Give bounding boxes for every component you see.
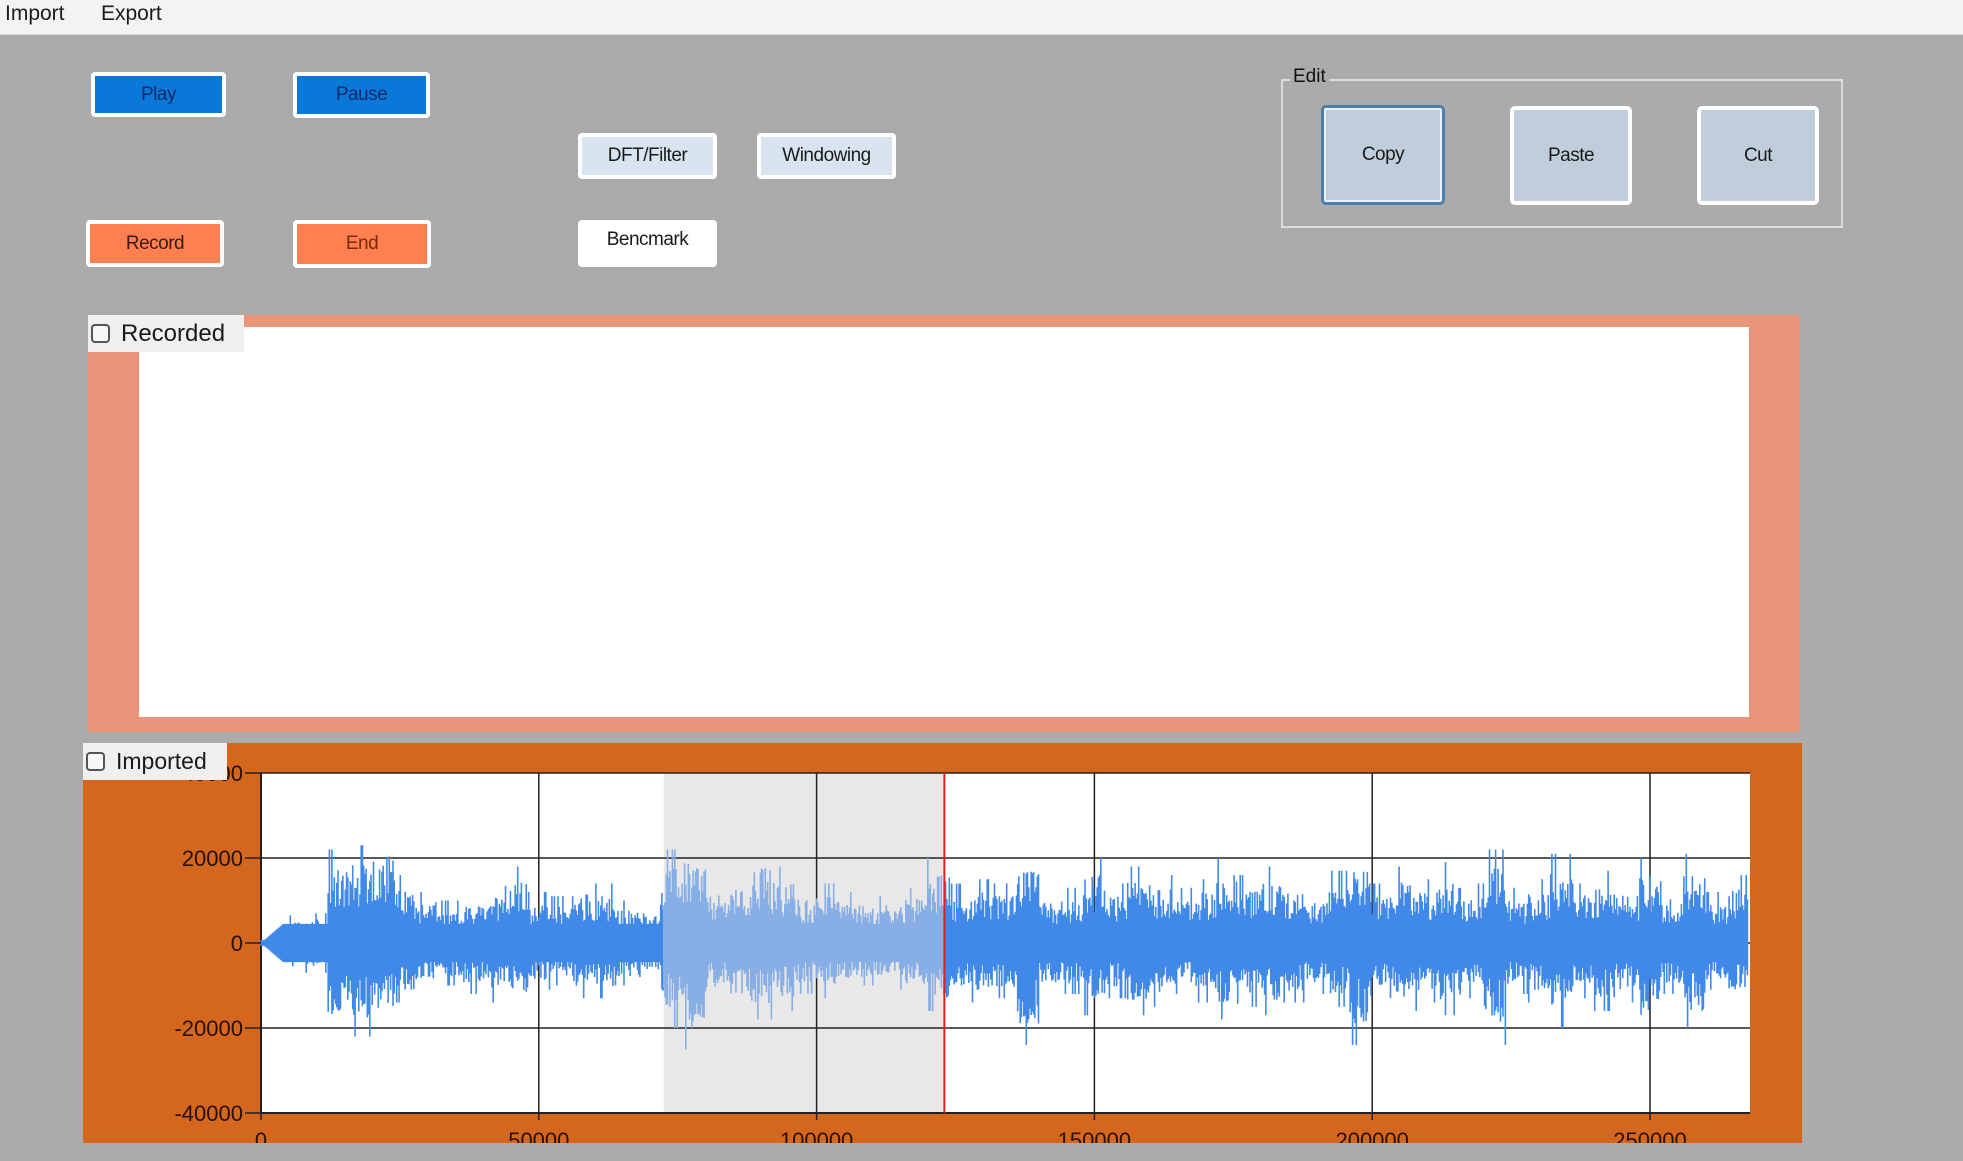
menu-bar: Import Export — [0, 0, 1963, 35]
cut-button[interactable]: Cut — [1697, 106, 1819, 205]
waveform-chart[interactable]: 0500001000001500002000002500004000020000… — [83, 743, 1802, 1143]
recorded-checkbox-box[interactable] — [91, 324, 110, 343]
end-button[interactable]: End — [293, 220, 431, 268]
paste-button[interactable]: Paste — [1510, 106, 1632, 205]
menu-import[interactable]: Import — [5, 2, 65, 26]
edit-group-title: Edit — [1290, 66, 1329, 88]
windowing-button[interactable]: Windowing — [757, 133, 896, 179]
benchmark-button[interactable]: Bencmark — [578, 220, 717, 267]
x-tick-label: 200000 — [1335, 1128, 1408, 1143]
x-tick-label: 100000 — [780, 1128, 853, 1143]
x-tick-label: 50000 — [508, 1128, 569, 1143]
recorded-panel — [88, 315, 1800, 732]
copy-button[interactable]: Copy — [1321, 105, 1445, 205]
y-tick-label: 0 — [231, 931, 243, 956]
imported-checkbox-label: Imported — [116, 748, 207, 774]
record-button[interactable]: Record — [86, 220, 224, 267]
imported-checkbox-box[interactable] — [86, 752, 105, 771]
y-tick-label: 20000 — [182, 846, 243, 871]
y-tick-label: -40000 — [174, 1101, 243, 1126]
imported-panel: 0500001000001500002000002500004000020000… — [83, 743, 1802, 1143]
pause-button[interactable]: Pause — [293, 72, 430, 118]
x-tick-label: 0 — [255, 1128, 267, 1143]
x-tick-label: 150000 — [1058, 1128, 1131, 1143]
recorded-plot-area[interactable] — [139, 327, 1749, 717]
x-tick-label: 250000 — [1613, 1128, 1686, 1143]
dft-filter-button[interactable]: DFT/Filter — [578, 133, 717, 179]
menu-export[interactable]: Export — [101, 2, 162, 26]
y-tick-label: -20000 — [174, 1016, 243, 1041]
recorded-checkbox-label: Recorded — [121, 319, 226, 347]
play-button[interactable]: Play — [91, 72, 226, 117]
imported-checkbox[interactable]: Imported — [83, 743, 227, 780]
recorded-checkbox[interactable]: Recorded — [88, 315, 244, 352]
